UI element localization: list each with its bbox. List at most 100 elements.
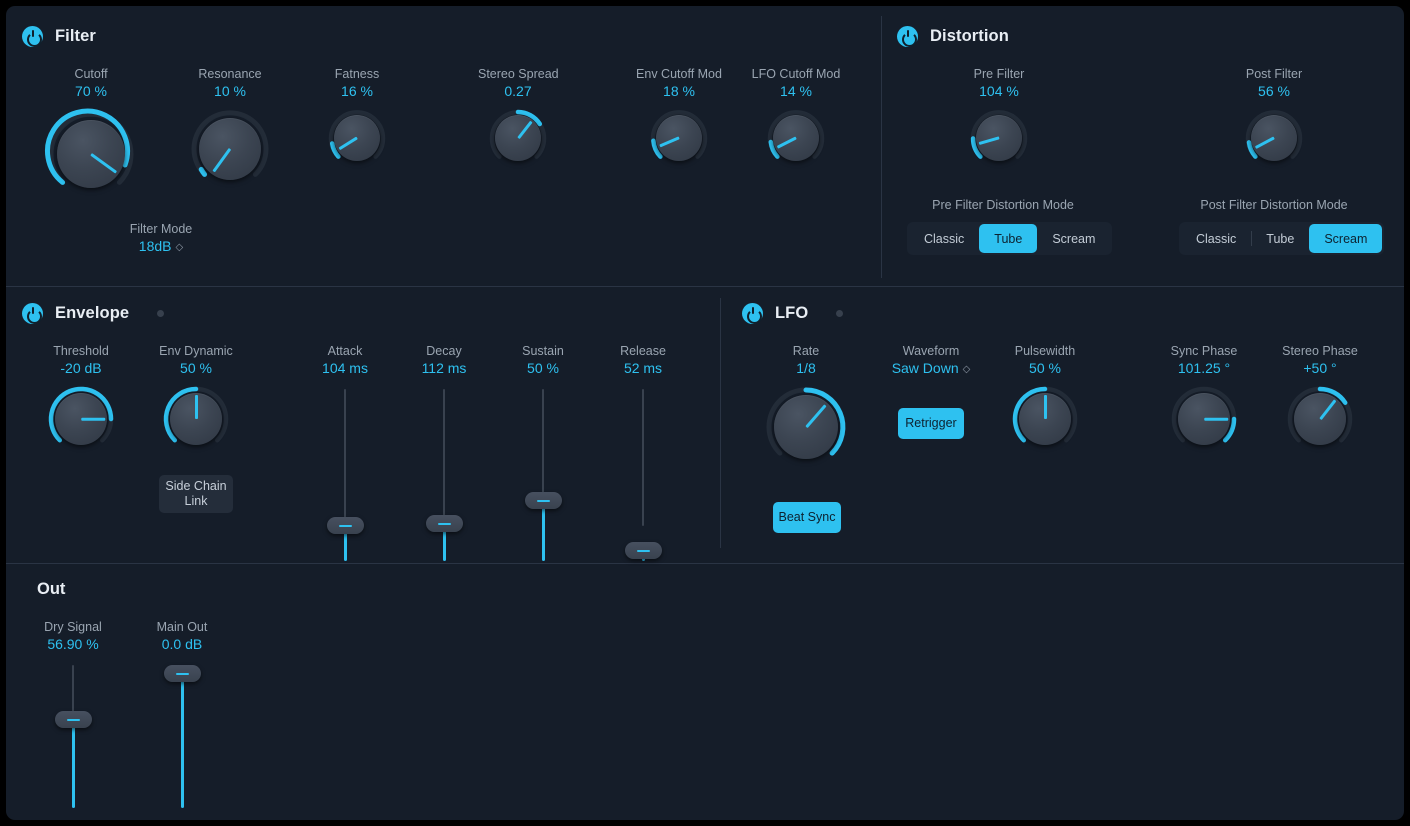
rate-knob[interactable] (763, 384, 849, 470)
stereo-spread-value: 0.27 (504, 83, 532, 99)
param-lfo-cutoff-mod: LFO Cutoff Mod 14 % (740, 66, 852, 169)
post-filter-mode-segmented: Classic Tube Scream (1179, 222, 1385, 255)
post-mode-scream[interactable]: Scream (1309, 224, 1383, 253)
waveform-label: Waveform (902, 344, 960, 358)
env-dynamic-value: 50 % (180, 360, 212, 376)
release-slider[interactable] (623, 389, 663, 561)
threshold-value: -20 dB (60, 360, 102, 376)
release-label: Release (620, 344, 666, 358)
rate-label: Rate (792, 344, 820, 358)
param-sustain: Sustain 50 % (498, 343, 588, 561)
lfo-section-header: LFO (742, 303, 844, 324)
param-main-out: Main Out 0.0 dB (137, 619, 227, 808)
param-pulsewidth: Pulsewidth 50 % (992, 343, 1098, 454)
pulsewidth-value: 50 % (1029, 360, 1061, 376)
release-value: 52 ms (623, 360, 663, 376)
pre-mode-scream[interactable]: Scream (1037, 224, 1110, 253)
lfo-power-icon[interactable] (742, 303, 763, 324)
post-filter-label: Post Filter (1245, 67, 1303, 81)
filter-power-icon[interactable] (22, 26, 43, 47)
resonance-value: 10 % (214, 83, 246, 99)
filter-section-header: Filter (22, 26, 96, 47)
dry-signal-slider[interactable] (53, 665, 93, 808)
pre-mode-tube[interactable]: Tube (979, 224, 1038, 253)
lfo-cutoff-mod-label: LFO Cutoff Mod (751, 67, 841, 81)
param-threshold: Threshold -20 dB (28, 343, 134, 454)
distortion-power-icon[interactable] (897, 26, 918, 47)
out-section-title: Out (37, 580, 66, 598)
param-post-filter: Post Filter 56 % (1218, 66, 1330, 169)
pre-mode-classic[interactable]: Classic (909, 224, 979, 253)
side-chain-link-button[interactable]: Side Chain Link (159, 475, 233, 513)
param-env-cutoff-mod: Env Cutoff Mod 18 % (623, 66, 735, 169)
param-stereo-spread: Stereo Spread 0.27 (478, 66, 559, 169)
beat-sync-button[interactable]: Beat Sync (773, 502, 841, 533)
param-dry-signal: Dry Signal 56.90 % (28, 619, 118, 808)
param-release: Release 52 ms (598, 343, 688, 561)
pre-filter-label: Pre Filter (973, 67, 1025, 81)
post-filter-knob[interactable] (1243, 107, 1305, 169)
sustain-slider[interactable] (523, 389, 563, 561)
param-cutoff: Cutoff 70 % (26, 66, 156, 201)
pre-filter-value: 104 % (979, 83, 1019, 99)
pulsewidth-knob[interactable] (1010, 384, 1080, 454)
post-mode-label-wrap: Post Filter Distortion Mode (1163, 197, 1385, 213)
fatness-knob[interactable] (326, 107, 388, 169)
post-filter-mode-label: Post Filter Distortion Mode (1200, 198, 1348, 212)
dry-signal-value: 56.90 % (47, 636, 99, 652)
env-cutoff-mod-label: Env Cutoff Mod (636, 67, 722, 81)
env-cutoff-mod-knob[interactable] (648, 107, 710, 169)
pre-filter-mode-label: Pre Filter Distortion Mode (932, 198, 1074, 212)
threshold-knob[interactable] (46, 384, 116, 454)
cutoff-knob[interactable] (44, 107, 138, 201)
dry-signal-label: Dry Signal (44, 620, 102, 634)
attack-slider[interactable] (325, 389, 365, 561)
sync-phase-label: Sync Phase (1170, 344, 1238, 358)
param-fatness: Fatness 16 % (317, 66, 397, 169)
env-dynamic-knob[interactable] (161, 384, 231, 454)
stereo-spread-knob[interactable] (487, 107, 549, 169)
envelope-section-header: Envelope (22, 303, 165, 324)
param-decay: Decay 112 ms (399, 343, 489, 561)
lfo-cutoff-mod-value: 14 % (780, 83, 812, 99)
filter-mode-value: 18dB (138, 238, 172, 254)
retrigger-button[interactable]: Retrigger (898, 408, 964, 439)
resonance-label: Resonance (198, 67, 262, 81)
post-mode-classic[interactable]: Classic (1181, 224, 1251, 253)
pre-filter-knob[interactable] (968, 107, 1030, 169)
env-dynamic-label: Env Dynamic (159, 344, 233, 358)
sync-phase-knob[interactable] (1169, 384, 1239, 454)
divider-filter-envelope (6, 286, 1404, 287)
fatness-label: Fatness (334, 67, 380, 81)
sustain-value: 50 % (527, 360, 559, 376)
envelope-activity-led (157, 310, 165, 317)
waveform-dropdown[interactable]: Saw Down ◇ (868, 359, 994, 379)
post-mode-tube[interactable]: Tube (1251, 224, 1309, 253)
filter-mode-dropdown[interactable]: 18dB ◇ (102, 237, 220, 257)
stereo-spread-label: Stereo Spread (478, 67, 559, 81)
stereo-phase-label: Stereo Phase (1282, 344, 1358, 358)
stereo-phase-knob[interactable] (1285, 384, 1355, 454)
pre-mode-label-wrap: Pre Filter Distortion Mode (892, 197, 1114, 213)
filter-section-title: Filter (55, 27, 96, 45)
decay-slider[interactable] (424, 389, 464, 561)
attack-label: Attack (327, 344, 363, 358)
envelope-power-icon[interactable] (22, 303, 43, 324)
param-attack: Attack 104 ms (300, 343, 390, 561)
chevron-updown-icon: ◇ (962, 364, 971, 375)
post-filter-value: 56 % (1258, 83, 1290, 99)
lfo-cutoff-mod-knob[interactable] (765, 107, 827, 169)
param-filter-mode: Filter Mode 18dB ◇ (102, 221, 220, 257)
cutoff-value: 70 % (75, 83, 107, 99)
stereo-phase-value: +50 ° (1303, 360, 1337, 376)
param-resonance: Resonance 10 % (171, 66, 289, 191)
param-waveform: Waveform Saw Down ◇ (868, 343, 994, 379)
resonance-knob[interactable] (188, 107, 272, 191)
param-stereo-phase: Stereo Phase +50 ° (1267, 343, 1373, 454)
main-out-slider[interactable] (162, 665, 202, 808)
lfo-section-title: LFO (775, 304, 809, 322)
waveform-value: Saw Down (891, 360, 959, 376)
chevron-updown-icon: ◇ (175, 242, 184, 253)
main-out-value: 0.0 dB (161, 636, 203, 652)
rate-value: 1/8 (796, 360, 816, 376)
